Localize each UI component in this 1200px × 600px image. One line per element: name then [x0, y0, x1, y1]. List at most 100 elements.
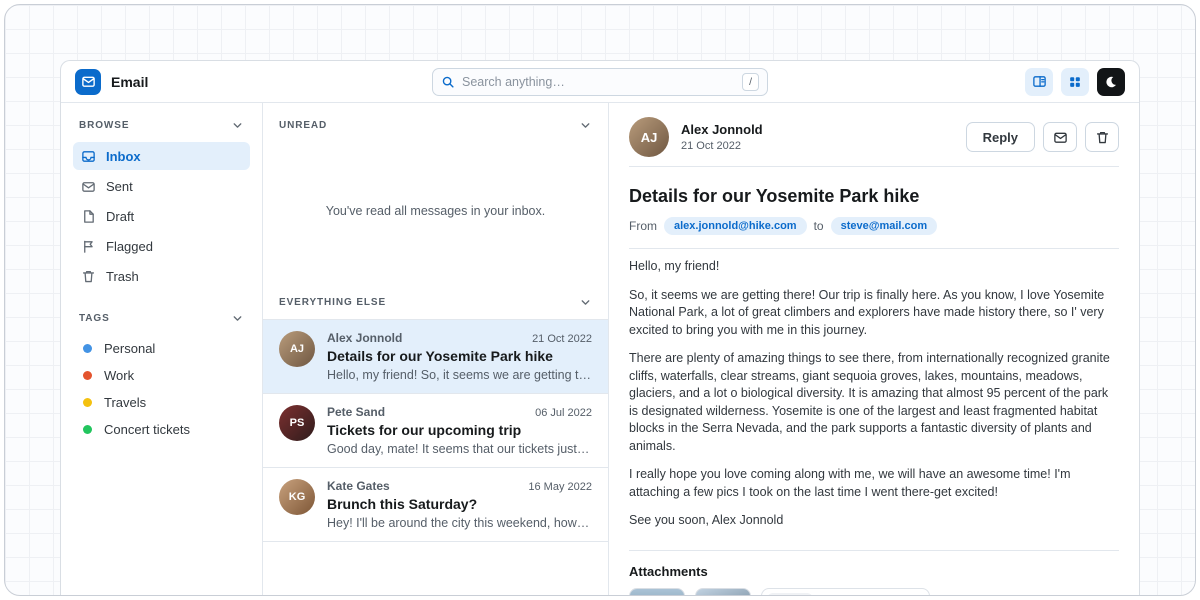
tag-label: Personal: [104, 341, 155, 356]
message-paragraph: I really hope you love coming along with…: [629, 466, 1119, 501]
email-subject: Details for our Yosemite Park hike: [327, 348, 592, 364]
divider: [629, 248, 1119, 249]
sidebar-item-label: Draft: [106, 209, 134, 224]
email-date: 16 May 2022: [528, 481, 592, 493]
tags-section: TAGS Personal Work Travels: [73, 310, 250, 443]
apps-grid-button[interactable]: [1061, 68, 1089, 96]
divider: [629, 550, 1119, 551]
tag-color-dot: [83, 371, 92, 380]
email-list-item-body: Pete Sand 06 Jul 2022 Tickets for our up…: [327, 405, 592, 456]
avatar: AJ: [629, 117, 669, 157]
forward-email-button[interactable]: [1043, 122, 1077, 152]
search-box: /: [432, 68, 768, 96]
email-subject: Tickets for our upcoming trip: [327, 422, 592, 438]
sidebar-item-label: Inbox: [106, 149, 141, 164]
tag-color-dot: [83, 398, 92, 407]
message-body: Hello, my friend! So, it seems we are ge…: [629, 258, 1119, 541]
draft-icon: [81, 209, 96, 224]
sidebar-item-trash[interactable]: Trash: [73, 262, 250, 290]
email-date: 21 Oct 2022: [532, 333, 592, 345]
sent-icon: [81, 179, 96, 194]
sidebar-item-sent[interactable]: Sent: [73, 172, 250, 200]
flag-icon: [81, 239, 96, 254]
message-paragraph: See you soon, Alex Jonnold: [629, 512, 1119, 530]
sidebar-item-label: Sent: [106, 179, 133, 194]
sidebar-item-flagged[interactable]: Flagged: [73, 232, 250, 260]
email-sender: Pete Sand: [327, 405, 385, 419]
email-logo-icon: [75, 69, 101, 95]
email-sender: Kate Gates: [327, 479, 390, 493]
attachment-image-thumbnail[interactable]: [629, 588, 685, 597]
tag-color-dot: [83, 425, 92, 434]
email-app-window: Email /: [60, 60, 1140, 596]
unread-section-label: UNREAD: [279, 120, 327, 131]
tag-label: Work: [104, 368, 134, 383]
email-detail-pane: AJ Alex Jonnold 21 Oct 2022 Reply: [609, 103, 1139, 596]
envelope-icon: [1053, 130, 1068, 145]
search-icon: [441, 75, 455, 89]
sidebar-item-label: Trash: [106, 269, 139, 284]
topbar-actions: [1025, 68, 1125, 96]
message-paragraph: There are plenty of amazing things to se…: [629, 350, 1119, 455]
message-paragraph: So, it seems we are getting there! Our t…: [629, 287, 1119, 340]
email-sender: Alex Jonnold: [327, 331, 402, 345]
main-columns: BROWSE Inbox Sent Draft Flagged: [61, 103, 1139, 596]
browse-section-label: BROWSE: [79, 120, 129, 131]
sidebar: BROWSE Inbox Sent Draft Flagged: [61, 103, 263, 596]
email-list-item-body: Kate Gates 16 May 2022 Brunch this Satur…: [327, 479, 592, 530]
browse-section-header[interactable]: BROWSE: [73, 117, 250, 134]
email-date: 06 Jul 2022: [535, 407, 592, 419]
attachments-row: videos-hike.zip 100 MB: [629, 588, 1119, 597]
search-input[interactable]: [462, 75, 735, 89]
delete-email-button[interactable]: [1085, 122, 1119, 152]
chevron-down-icon: [231, 119, 244, 132]
tag-item-personal[interactable]: Personal: [73, 335, 250, 362]
tags-section-label: TAGS: [79, 313, 110, 324]
attachment-image-thumbnail[interactable]: [695, 588, 751, 597]
tag-item-work[interactable]: Work: [73, 362, 250, 389]
tag-label: Concert tickets: [104, 422, 190, 437]
brand: Email: [75, 69, 148, 95]
detail-sender-name: Alex Jonnold: [681, 122, 763, 137]
sidebar-item-draft[interactable]: Draft: [73, 202, 250, 230]
app-title: Email: [111, 74, 148, 90]
dark-mode-toggle-button[interactable]: [1097, 68, 1125, 96]
from-to-row: From alex.jonnold@hike.com to steve@mail…: [629, 217, 1119, 235]
tags-section-header[interactable]: TAGS: [73, 310, 250, 327]
folder-icon: [767, 593, 813, 597]
email-list-column: UNREAD You've read all messages in your …: [263, 103, 609, 596]
chevron-down-icon: [579, 119, 592, 132]
tag-item-travels[interactable]: Travels: [73, 389, 250, 416]
to-email-chip[interactable]: steve@mail.com: [831, 217, 938, 235]
search-shortcut-badge: /: [742, 73, 759, 91]
sidebar-item-label: Flagged: [106, 239, 153, 254]
from-label: From: [629, 219, 657, 233]
email-list-item[interactable]: KG Kate Gates 16 May 2022 Brunch this Sa…: [263, 468, 608, 542]
email-snippet: Good day, mate! It seems that our ticket…: [327, 442, 592, 456]
detail-header: AJ Alex Jonnold 21 Oct 2022 Reply: [629, 117, 1119, 157]
from-email-chip[interactable]: alex.jonnold@hike.com: [664, 217, 807, 235]
email-snippet: Hey! I'll be around the city this weeken…: [327, 516, 592, 530]
trash-icon: [1095, 130, 1110, 145]
unread-section-header[interactable]: UNREAD: [263, 103, 608, 142]
attachment-file-card[interactable]: videos-hike.zip 100 MB: [761, 588, 930, 597]
attachments-label: Attachments: [629, 564, 1119, 579]
detail-sender-block: Alex Jonnold 21 Oct 2022: [681, 122, 763, 152]
detail-date: 21 Oct 2022: [681, 140, 763, 152]
tag-color-dot: [83, 344, 92, 353]
divider: [629, 166, 1119, 167]
detail-actions: Reply: [966, 122, 1119, 152]
detail-subject: Details for our Yosemite Park hike: [629, 186, 1119, 207]
sidebar-item-inbox[interactable]: Inbox: [73, 142, 250, 170]
chevron-down-icon: [579, 296, 592, 309]
reply-button[interactable]: Reply: [966, 122, 1035, 152]
email-list-item[interactable]: AJ Alex Jonnold 21 Oct 2022 Details for …: [263, 320, 608, 394]
tag-label: Travels: [104, 395, 146, 410]
email-list-item[interactable]: PS Pete Sand 06 Jul 2022 Tickets for our…: [263, 394, 608, 468]
everything-else-section-label: EVERYTHING ELSE: [279, 297, 386, 308]
reader-layout-toggle-button[interactable]: [1025, 68, 1053, 96]
everything-else-section-header[interactable]: EVERYTHING ELSE: [263, 280, 608, 319]
email-snippet: Hello, my friend! So, it seems we are ge…: [327, 368, 592, 382]
tag-item-concert-tickets[interactable]: Concert tickets: [73, 416, 250, 443]
topbar: Email /: [61, 61, 1139, 103]
